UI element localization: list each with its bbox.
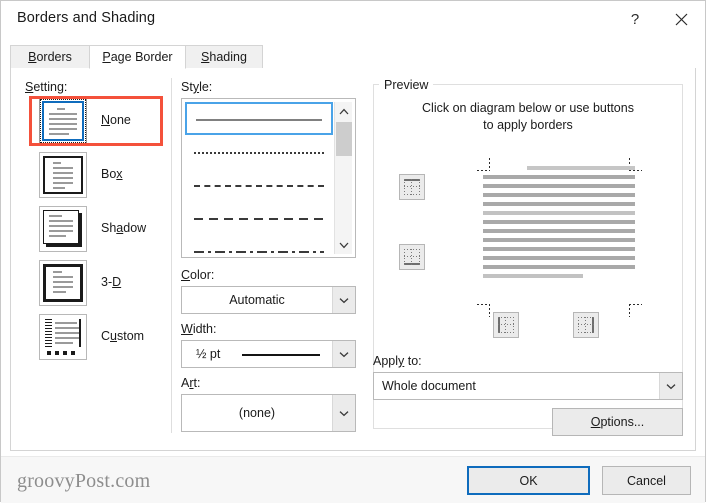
- style-option-list: [185, 102, 333, 254]
- dotted-line-icon: [194, 151, 324, 154]
- setting-option-list: None Box Shadow 3-D Custom: [25, 96, 165, 368]
- setting-option-shadow[interactable]: Shadow: [25, 206, 165, 252]
- cancel-button[interactable]: Cancel: [602, 466, 691, 495]
- apply-to-dropdown[interactable]: Whole document: [373, 372, 683, 400]
- style-option-dash-dot[interactable]: [185, 234, 333, 254]
- scroll-down-icon[interactable]: [335, 236, 353, 254]
- tab-shading-label: Shading: [201, 50, 247, 64]
- tab-borders[interactable]: Borders: [10, 45, 90, 69]
- tab-page-border[interactable]: Page Border: [89, 45, 186, 69]
- bottom-border-toggle-button[interactable]: [399, 244, 425, 270]
- scrollbar-thumb[interactable]: [336, 122, 352, 156]
- style-listbox[interactable]: [181, 98, 356, 258]
- art-dropdown[interactable]: (none): [181, 394, 356, 432]
- scroll-up-icon[interactable]: [335, 102, 353, 120]
- preview-hint-line1: Click on diagram below or use buttons: [422, 101, 634, 115]
- style-scrollbar[interactable]: [334, 102, 352, 254]
- right-border-toggle-button[interactable]: [573, 312, 599, 338]
- setting-option-custom[interactable]: Custom: [25, 314, 165, 360]
- setting-option-3d[interactable]: 3-D: [25, 260, 165, 306]
- dash-dot-line-icon: [194, 250, 324, 253]
- focus-dotted-rect: [40, 99, 86, 143]
- width-dropdown-arrow[interactable]: [332, 341, 355, 367]
- tab-strip: Borders Page Border Shading: [10, 45, 696, 69]
- preview-diagram[interactable]: [373, 148, 683, 338]
- top-border-icon: [404, 179, 420, 195]
- setting-box-label: Box: [101, 167, 123, 181]
- width-value: ½ pt: [196, 347, 221, 361]
- setting-box-icon: [39, 152, 87, 198]
- corner-marker-bottom-left: [477, 304, 490, 317]
- preview-hint-line2: to apply borders: [483, 118, 573, 132]
- column-divider: [171, 78, 172, 433]
- style-option-dotted[interactable]: [185, 135, 333, 168]
- tab-borders-label: Borders: [28, 50, 72, 64]
- setting-3d-icon: [39, 260, 87, 306]
- bottom-border-icon: [404, 249, 420, 265]
- width-value-area: ½ pt: [182, 341, 332, 367]
- tab-shading[interactable]: Shading: [185, 45, 263, 69]
- width-label: Width:: [181, 322, 217, 336]
- solid-line-icon: [196, 118, 322, 121]
- tab-page-border-label: Page Border: [102, 50, 173, 64]
- setting-option-box[interactable]: Box: [25, 152, 165, 198]
- color-value: Automatic: [229, 293, 285, 307]
- preview-group: Preview Click on diagram below or use bu…: [373, 78, 683, 436]
- dashed-line-icon: [194, 184, 324, 187]
- color-dropdown-arrow[interactable]: [332, 287, 355, 313]
- color-dropdown[interactable]: Automatic: [181, 286, 356, 314]
- corner-marker-bottom-right: [629, 304, 642, 317]
- setting-shadow-icon: [39, 206, 87, 252]
- page-border-panel: Setting: None Box Shadow 3-D Custom Styl…: [10, 68, 696, 451]
- watermark: groovyPost.com: [17, 470, 151, 492]
- setting-shadow-label: Shadow: [101, 221, 147, 235]
- help-button[interactable]: ?: [613, 1, 657, 37]
- setting-3d-label: 3-D: [101, 275, 122, 289]
- preview-group-title: Preview: [379, 78, 434, 92]
- style-label: Style:: [181, 80, 213, 94]
- art-value: (none): [238, 406, 276, 420]
- preview-hint: Click on diagram below or use buttons to…: [373, 100, 683, 134]
- art-label: Art:: [181, 376, 201, 390]
- question-mark-icon: ?: [630, 10, 640, 28]
- width-dropdown[interactable]: ½ pt: [181, 340, 356, 368]
- apply-to-label: Apply to:: [373, 354, 422, 368]
- close-button[interactable]: [659, 1, 703, 37]
- left-border-toggle-button[interactable]: [493, 312, 519, 338]
- setting-label: Setting:: [25, 80, 68, 94]
- preview-document-lines: [483, 166, 635, 300]
- left-border-icon: [498, 317, 514, 333]
- apply-to-dropdown-arrow[interactable]: [659, 373, 682, 399]
- close-icon: [675, 13, 688, 26]
- options-button-label: Options...: [590, 415, 645, 429]
- ok-button-label: OK: [519, 473, 538, 488]
- options-button[interactable]: Options...: [552, 408, 683, 436]
- long-dashed-line-icon: [194, 217, 324, 220]
- setting-custom-icon: [39, 314, 87, 360]
- style-option-dashed[interactable]: [185, 168, 333, 201]
- borders-and-shading-dialog: Borders and Shading ? Borders Page Borde…: [0, 0, 706, 503]
- art-dropdown-arrow[interactable]: [332, 395, 355, 431]
- width-preview-line-icon: [242, 354, 320, 356]
- setting-custom-label: Custom: [101, 329, 145, 343]
- dialog-footer: groovyPost.com OK Cancel: [1, 456, 705, 503]
- cancel-button-label: Cancel: [627, 473, 666, 488]
- ok-button[interactable]: OK: [467, 466, 590, 495]
- dialog-title: Borders and Shading: [17, 10, 156, 26]
- style-option-long-dashed[interactable]: [185, 201, 333, 234]
- setting-none-label: None: [101, 113, 131, 127]
- right-border-icon: [578, 317, 594, 333]
- color-label: Color:: [181, 268, 215, 282]
- title-bar: Borders and Shading ?: [1, 1, 705, 37]
- style-option-solid[interactable]: [185, 102, 333, 135]
- setting-option-none[interactable]: None: [25, 96, 165, 146]
- top-border-toggle-button[interactable]: [399, 174, 425, 200]
- apply-to-value: Whole document: [382, 379, 476, 393]
